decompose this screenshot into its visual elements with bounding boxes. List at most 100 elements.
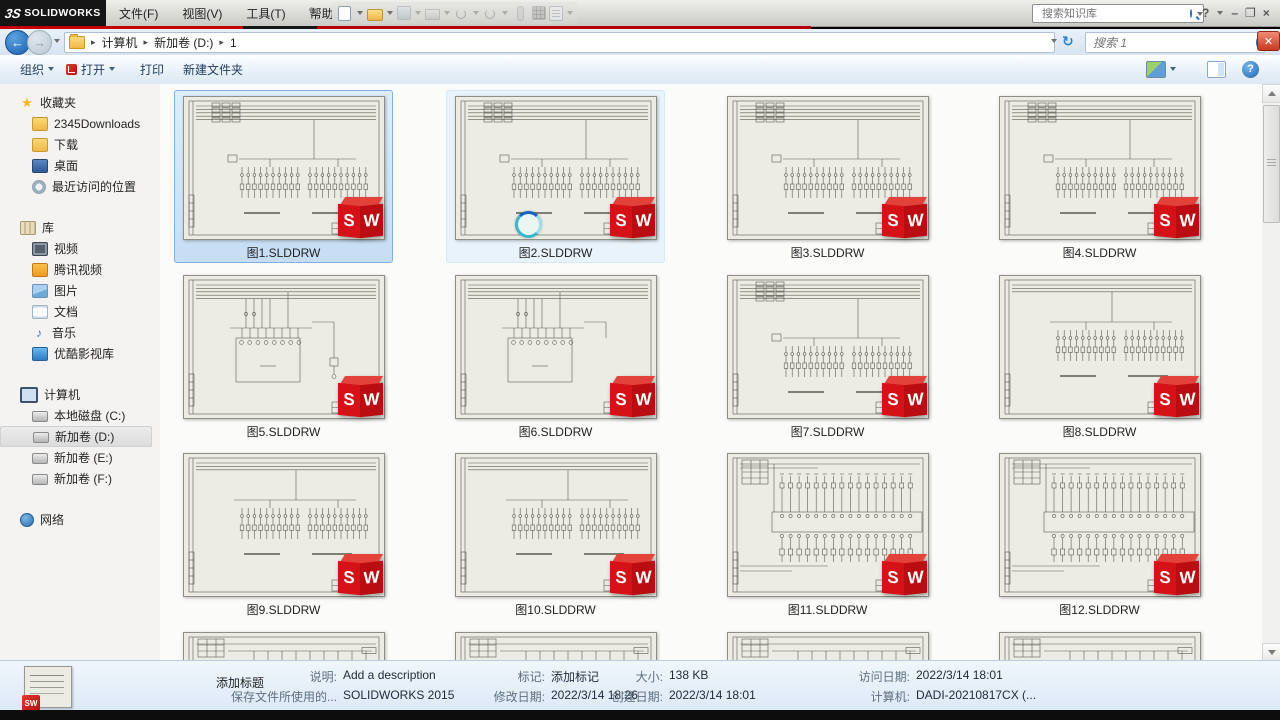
- sidebar-item-图片[interactable]: 图片: [0, 280, 160, 301]
- sidebar-item-label: 网络: [40, 513, 65, 527]
- undo-dropdown-caret[interactable]: [473, 11, 479, 15]
- sidebar-item-本地磁盘 (C:)[interactable]: 本地磁盘 (C:): [0, 405, 160, 426]
- report-icon[interactable]: [549, 5, 563, 21]
- save-icon[interactable]: [397, 6, 411, 20]
- undo-icon[interactable]: [454, 6, 469, 21]
- file-item-图11.SLDDRW[interactable]: S W 图11.SLDDRW: [718, 447, 937, 620]
- file-item-图9.SLDDRW[interactable]: S W 图9.SLDDRW: [174, 447, 393, 620]
- file-thumbnail: SW: [719, 270, 936, 421]
- details-label-创建日期: 创建日期:: [611, 690, 663, 704]
- close-button[interactable]: ×: [1263, 6, 1270, 20]
- sidebar-item-桌面[interactable]: 桌面: [0, 155, 160, 176]
- sidebar-item-腾讯视频[interactable]: 腾讯视频: [0, 259, 160, 280]
- report-dropdown-caret[interactable]: [567, 11, 573, 15]
- knowledge-search-box[interactable]: [1032, 4, 1204, 23]
- sidebar-item-新加卷 (E:)[interactable]: 新加卷 (E:): [0, 447, 160, 468]
- folder-search-box[interactable]: [1085, 32, 1265, 53]
- sidebar-item-最近访问的位置[interactable]: 最近访问的位置: [0, 176, 160, 197]
- knowledge-search-input[interactable]: [1040, 6, 1186, 21]
- file-item-partial-13[interactable]: [446, 626, 665, 660]
- file-name-label: 图5.SLDDRW: [246, 425, 321, 439]
- scroll-up-button[interactable]: [1262, 84, 1280, 103]
- sidebar-item-优酷影视库[interactable]: 优酷影视库: [0, 343, 160, 364]
- sidebar-item-视频[interactable]: 视频: [0, 238, 160, 259]
- open-file-dropdown-caret[interactable]: [387, 11, 393, 15]
- triangle-down-icon: [1268, 650, 1276, 655]
- redo-icon[interactable]: [483, 6, 498, 21]
- save-dropdown-caret[interactable]: [415, 11, 421, 15]
- sidebar-item-新加卷 (F:)[interactable]: 新加卷 (F:): [0, 468, 160, 489]
- breadcrumb-item-0[interactable]: 计算机: [100, 33, 140, 52]
- help-icon[interactable]: ?: [1202, 6, 1209, 20]
- attach-icon[interactable]: [517, 5, 524, 21]
- file-item-图7.SLDDRW[interactable]: S W 图7.SLDDRW: [718, 269, 937, 442]
- file-item-partial-15[interactable]: [990, 626, 1209, 660]
- file-item-图8.SLDDRW[interactable]: S W 图8.SLDDRW: [990, 269, 1209, 442]
- file-item-图2.SLDDRW[interactable]: S W 图2.SLDDRW: [446, 90, 665, 263]
- breadcrumb-item-1[interactable]: 新加卷 (D:): [152, 33, 215, 52]
- sidebar-item-收藏夹[interactable]: ★ 收藏夹: [0, 92, 160, 113]
- file-thumbnail: [991, 627, 1208, 660]
- address-dropdown-caret[interactable]: [1051, 39, 1057, 43]
- change-view-button[interactable]: [1146, 55, 1176, 83]
- print-button[interactable]: 打印: [140, 55, 164, 83]
- menu-item-2[interactable]: 工具(T): [243, 3, 288, 24]
- file-item-partial-12[interactable]: [174, 626, 393, 660]
- solidworks-cube-icon: SW: [1153, 197, 1201, 241]
- print-dropdown-caret[interactable]: [444, 11, 450, 15]
- new-folder-button[interactable]: 新建文件夹: [183, 55, 243, 83]
- details-value-0-0[interactable]: Add a description: [343, 668, 436, 682]
- redo-dropdown-caret[interactable]: [502, 11, 508, 15]
- video-overlay-close-button[interactable]: ✕: [1257, 31, 1280, 51]
- file-item-图12.SLDDRW[interactable]: S W 图12.SLDDRW: [990, 447, 1209, 620]
- pen-icon[interactable]: ✎: [308, 5, 318, 19]
- sidebar-item-2345Downloads[interactable]: 2345Downloads: [0, 113, 160, 134]
- sidebar-item-下载[interactable]: 下载: [0, 134, 160, 155]
- search-icon[interactable]: [1190, 9, 1192, 18]
- sidebar-item-网络[interactable]: 网络: [0, 509, 160, 530]
- breadcrumb[interactable]: ▸ 计算机 ▸ 新加卷 (D:) ▸ 1: [64, 32, 1055, 53]
- grid-table-icon[interactable]: [532, 6, 546, 20]
- explorer-command-bar: 组织 打开 打印 新建文件夹 ?: [0, 55, 1280, 85]
- file-item-图6.SLDDRW[interactable]: S W 图6.SLDDRW: [446, 269, 665, 442]
- file-thumbnail: SW: [719, 91, 936, 242]
- file-item-图10.SLDDRW[interactable]: S W 图10.SLDDRW: [446, 447, 665, 620]
- open-button[interactable]: 打开: [66, 55, 116, 83]
- file-list: S W 图1.SLDDRW S W 图2.SLDDRW S W 图3.SLDDRW S W 图4.SL…: [160, 84, 1262, 660]
- help-dropdown-caret[interactable]: [1217, 11, 1224, 15]
- refresh-button[interactable]: ↻: [1062, 33, 1074, 50]
- history-dropdown-caret[interactable]: [54, 39, 60, 43]
- forward-button[interactable]: →: [27, 30, 52, 55]
- help-button[interactable]: ?: [1242, 55, 1259, 83]
- sidebar-item-库[interactable]: 库: [0, 217, 160, 238]
- solidworks-logo-mark: 3S: [4, 5, 23, 21]
- sidebar-item-新加卷 (D:)[interactable]: 新加卷 (D:): [0, 426, 152, 447]
- folder-search-input[interactable]: [1091, 34, 1252, 51]
- open-file-icon[interactable]: [367, 8, 383, 21]
- minimize-button[interactable]: –: [1231, 6, 1238, 20]
- breadcrumb-item-2[interactable]: 1: [228, 35, 239, 51]
- sidebar-item-音乐[interactable]: ♪ 音乐: [0, 322, 160, 343]
- restore-button[interactable]: ❐: [1245, 6, 1256, 20]
- organize-button[interactable]: 组织: [20, 55, 55, 83]
- new-document-icon[interactable]: [338, 5, 351, 21]
- preview-pane-button[interactable]: [1207, 55, 1226, 83]
- menu-item-1[interactable]: 视图(V): [179, 3, 225, 24]
- file-item-partial-14[interactable]: [718, 626, 937, 660]
- menu-item-0[interactable]: 文件(F): [116, 3, 161, 24]
- scrollbar-thumb[interactable]: [1263, 105, 1280, 223]
- folder-orange-icon: [32, 262, 48, 277]
- file-item-图3.SLDDRW[interactable]: S W 图3.SLDDRW: [718, 90, 937, 263]
- vertical-scrollbar[interactable]: [1262, 84, 1280, 662]
- file-item-图4.SLDDRW[interactable]: S W 图4.SLDDRW: [990, 90, 1209, 263]
- print-icon[interactable]: [425, 9, 440, 20]
- sidebar-item-文档[interactable]: 文档: [0, 301, 160, 322]
- file-item-图1.SLDDRW[interactable]: S W 图1.SLDDRW: [174, 90, 393, 263]
- sidebar-item-计算机[interactable]: 计算机: [0, 384, 160, 405]
- folder-download-icon: [32, 137, 48, 152]
- file-item-图5.SLDDRW[interactable]: S W 图5.SLDDRW: [174, 269, 393, 442]
- folder-icon: [69, 34, 85, 49]
- new-document-dropdown-caret[interactable]: [357, 11, 363, 15]
- sidebar-item-label: 音乐: [52, 326, 77, 340]
- help-icon: ?: [1242, 60, 1259, 78]
